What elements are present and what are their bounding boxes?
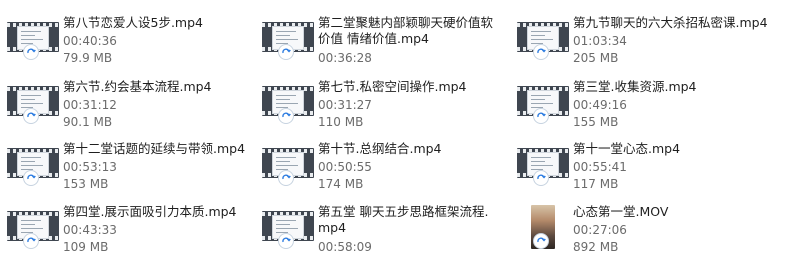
cloud-sync-icon: [278, 108, 294, 124]
video-file-icon: [262, 205, 314, 249]
cloud-sync-icon: [278, 170, 294, 186]
file-name: 第六节.约会基本流程.mp4: [63, 79, 212, 94]
file-name: 第十一堂心态.mp4: [573, 141, 681, 156]
file-tile[interactable]: 第八节恋爱人设5步.mp4 00:40:36 79.9 MB: [0, 12, 250, 70]
file-duration: 00:31:12: [63, 98, 117, 112]
file-name: 第十节.总纲结合.mp4: [318, 141, 442, 156]
file-tile[interactable]: 第五堂 聊天五步思路框架流程.mp4 00:58:09: [255, 201, 505, 259]
file-name: 第二堂聚魅内部颖聊天硬价值软价值 情绪价值.mp4: [318, 15, 494, 46]
cloud-sync-icon: [23, 170, 39, 186]
cloud-sync-icon: [23, 108, 39, 124]
file-name: 心态第一堂.MOV: [573, 204, 669, 219]
cloud-sync-icon: [533, 233, 549, 249]
cloud-sync-icon: [278, 44, 294, 60]
video-file-icon: [517, 142, 569, 186]
file-duration: 00:50:55: [318, 160, 372, 174]
cloud-sync-icon: [23, 44, 39, 60]
file-duration: 00:58:09: [318, 240, 372, 254]
video-file-icon: [7, 205, 59, 249]
file-duration: 00:53:13: [63, 160, 117, 174]
file-name: 第五堂 聊天五步思路框架流程.mp4: [318, 204, 489, 235]
file-name: 第四堂.展示面吸引力本质.mp4: [63, 204, 237, 219]
file-size: 153 MB: [63, 177, 109, 191]
file-tile[interactable]: 第四堂.展示面吸引力本质.mp4 00:43:33 109 MB: [0, 201, 250, 259]
file-duration: 00:49:16: [573, 98, 627, 112]
file-size: 110 MB: [318, 115, 364, 129]
video-file-icon: [7, 80, 59, 124]
video-file-icon: [262, 142, 314, 186]
cloud-sync-icon: [278, 233, 294, 249]
file-name: 第十二堂话题的延续与带领.mp4: [63, 141, 246, 156]
video-photo-thumbnail: [517, 205, 569, 249]
video-file-icon: [517, 80, 569, 124]
file-duration: 00:31:27: [318, 98, 372, 112]
cloud-sync-icon: [533, 44, 549, 60]
file-duration: 01:03:34: [573, 34, 627, 48]
file-size: 109 MB: [63, 240, 109, 254]
file-tile[interactable]: 第三堂.收集资源.mp4 00:49:16 155 MB: [510, 76, 760, 134]
file-size: 90.1 MB: [63, 115, 113, 129]
video-file-icon: [7, 16, 59, 60]
file-grid: 第八节恋爱人设5步.mp4 00:40:36 79.9 MB 第二堂聚魅内部颖聊…: [0, 0, 788, 267]
file-name: 第三堂.收集资源.mp4: [573, 79, 697, 94]
cloud-sync-icon: [533, 108, 549, 124]
file-tile[interactable]: 第十二堂话题的延续与带领.mp4 00:53:13 153 MB: [0, 138, 250, 196]
file-tile[interactable]: 第九节聊天的六大杀招私密课.mp4 01:03:34 205 MB: [510, 12, 768, 70]
file-tile[interactable]: 心态第一堂.MOV 00:27:06 892 MB: [510, 201, 760, 259]
file-size: 892 MB: [573, 240, 619, 254]
file-size: 205 MB: [573, 51, 619, 65]
file-duration: 00:40:36: [63, 34, 117, 48]
file-size: 174 MB: [318, 177, 364, 191]
file-duration: 00:43:33: [63, 223, 117, 237]
video-file-icon: [517, 16, 569, 60]
file-tile[interactable]: 第二堂聚魅内部颖聊天硬价值软价值 情绪价值.mp4 00:36:28: [255, 12, 505, 70]
file-size: 79.9 MB: [63, 51, 113, 65]
video-file-icon: [262, 16, 314, 60]
file-name: 第九节聊天的六大杀招私密课.mp4: [573, 15, 768, 30]
file-name: 第八节恋爱人设5步.mp4: [63, 15, 203, 30]
video-file-icon: [262, 80, 314, 124]
file-duration: 00:27:06: [573, 223, 627, 237]
file-tile[interactable]: 第六节.约会基本流程.mp4 00:31:12 90.1 MB: [0, 76, 250, 134]
file-tile[interactable]: 第十一堂心态.mp4 00:55:41 117 MB: [510, 138, 760, 196]
video-file-icon: [7, 142, 59, 186]
file-name: 第七节.私密空间操作.mp4: [318, 79, 467, 94]
cloud-sync-icon: [23, 233, 39, 249]
cloud-sync-icon: [533, 170, 549, 186]
file-tile[interactable]: 第七节.私密空间操作.mp4 00:31:27 110 MB: [255, 76, 505, 134]
file-duration: 00:36:28: [318, 51, 372, 65]
file-size: 117 MB: [573, 177, 619, 191]
file-size: 155 MB: [573, 115, 619, 129]
file-duration: 00:55:41: [573, 160, 627, 174]
file-tile[interactable]: 第十节.总纲结合.mp4 00:50:55 174 MB: [255, 138, 505, 196]
